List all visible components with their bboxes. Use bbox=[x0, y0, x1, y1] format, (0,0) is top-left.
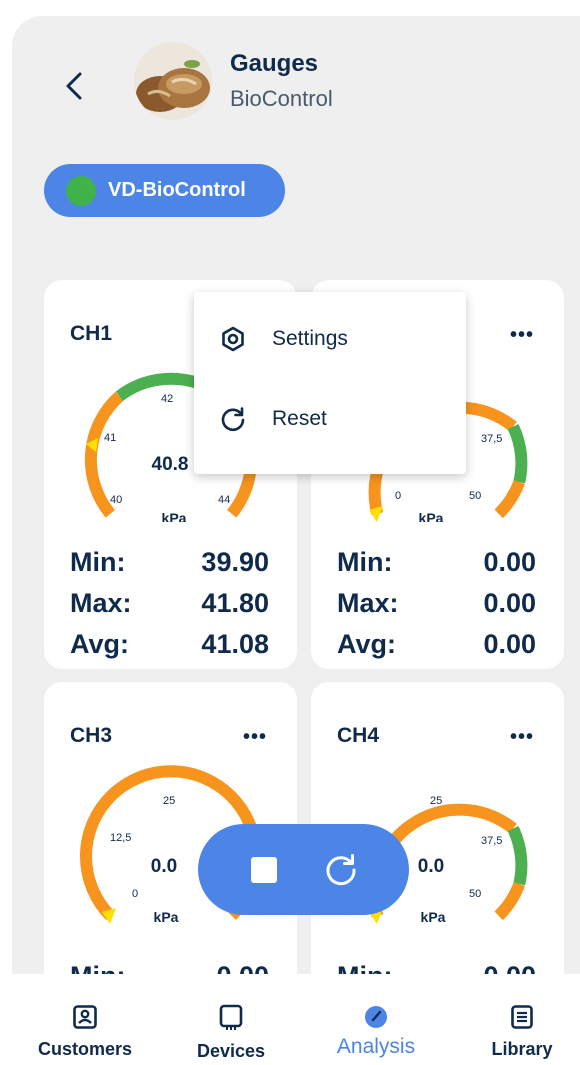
stat-max: Max: 0.00 bbox=[337, 583, 536, 624]
stop-icon bbox=[251, 857, 277, 883]
page-title: Gauges bbox=[230, 50, 319, 77]
stat-label: Min: bbox=[70, 547, 126, 577]
stat-value: 0.00 bbox=[216, 956, 269, 974]
nav-label: Customers bbox=[37, 1039, 133, 1059]
bread-image bbox=[134, 42, 212, 120]
gauge-unit: kPa bbox=[419, 510, 444, 522]
stat-label: Min: bbox=[337, 956, 392, 974]
device-chip-label: VD-BioControl bbox=[108, 179, 246, 201]
channel-label: CH1 bbox=[70, 322, 113, 345]
nav-label: Devices bbox=[196, 1041, 266, 1061]
channel-label: CH3 bbox=[70, 724, 113, 747]
scale-label: 40 bbox=[110, 494, 122, 506]
document-icon bbox=[511, 1005, 533, 1029]
channel-label: CH4 bbox=[337, 724, 380, 747]
stat-value: 39.90 bbox=[201, 547, 269, 577]
gauge-unit: kPa bbox=[154, 909, 179, 924]
stat-avg: Avg: 41.08 bbox=[70, 624, 269, 665]
stats-block: Min: 0.00 bbox=[337, 956, 536, 974]
more-options-icon[interactable]: ••• bbox=[510, 726, 534, 749]
stats-block: Min: 0.00 bbox=[70, 956, 269, 974]
refresh-button[interactable] bbox=[324, 852, 358, 886]
stat-label: Min: bbox=[70, 956, 125, 974]
stat-min: Min: 0.00 bbox=[70, 956, 269, 974]
status-dot-icon bbox=[66, 175, 96, 206]
scale-label: 25 bbox=[163, 795, 175, 807]
bottom-nav: Customers Devices Analysis Library bbox=[0, 974, 580, 1065]
scale-label: 25 bbox=[430, 795, 442, 807]
scale-label: 42 bbox=[161, 393, 173, 405]
scale-label: 44 bbox=[218, 494, 230, 506]
contact-card-icon bbox=[73, 1005, 97, 1029]
stat-avg: Avg: 0.00 bbox=[337, 624, 536, 665]
gauge-value: 0.0 bbox=[151, 856, 177, 877]
stat-value: 0.00 bbox=[483, 629, 536, 659]
refresh-icon bbox=[326, 854, 356, 886]
stat-label: Avg: bbox=[337, 629, 396, 659]
device-icon bbox=[219, 1004, 243, 1030]
nav-item-analysis[interactable]: Analysis bbox=[306, 1004, 446, 1059]
stop-button[interactable] bbox=[250, 856, 278, 884]
gear-icon bbox=[222, 326, 244, 352]
menu-item-reset[interactable]: Reset bbox=[220, 406, 327, 432]
nav-label: Analysis bbox=[336, 1035, 416, 1058]
stat-max: Max: 41.80 bbox=[70, 583, 269, 624]
device-chip[interactable]: VD-BioControl bbox=[44, 164, 285, 217]
scale-label: 0 bbox=[132, 888, 138, 900]
back-arrow-icon[interactable] bbox=[56, 68, 92, 104]
stat-label: Min: bbox=[337, 547, 393, 577]
menu-item-label: Reset bbox=[272, 407, 327, 430]
context-menu: Settings Reset bbox=[194, 292, 466, 474]
nav-item-devices[interactable]: Devices bbox=[161, 1004, 301, 1062]
page-subtitle: BioControl bbox=[230, 86, 333, 111]
more-options-icon[interactable]: ••• bbox=[510, 324, 534, 347]
playback-control bbox=[198, 824, 409, 915]
gauge-value: 0.0 bbox=[418, 856, 444, 877]
more-options-icon[interactable]: ••• bbox=[243, 726, 267, 749]
stat-value: 0.00 bbox=[483, 956, 536, 974]
stat-label: Avg: bbox=[70, 629, 129, 659]
gauge-value: 40.8 bbox=[152, 454, 189, 475]
stats-block: Min: 0.00 Max: 0.00 Avg: 0.00 bbox=[337, 542, 536, 665]
stat-min: Min: 0.00 bbox=[337, 956, 536, 974]
scale-label: 37,5 bbox=[481, 433, 502, 445]
stat-value: 0.00 bbox=[483, 588, 536, 618]
nav-item-customers[interactable]: Customers bbox=[15, 1004, 155, 1060]
scale-label: 0 bbox=[395, 490, 401, 502]
gauge-unit: kPa bbox=[162, 510, 187, 522]
scale-label: 37,5 bbox=[481, 835, 502, 847]
stat-min: Min: 39.90 bbox=[70, 542, 269, 583]
scale-label: 12,5 bbox=[110, 832, 131, 844]
stat-value: 41.08 bbox=[201, 629, 269, 659]
stat-label: Max: bbox=[70, 588, 132, 618]
avatar bbox=[134, 42, 212, 120]
menu-item-settings[interactable]: Settings bbox=[220, 326, 348, 352]
scale-label: 50 bbox=[469, 490, 481, 502]
stat-min: Min: 0.00 bbox=[337, 542, 536, 583]
refresh-icon bbox=[221, 407, 245, 432]
stats-block: Min: 39.90 Max: 41.80 Avg: 41.08 bbox=[70, 542, 269, 665]
gauge-unit: kPa bbox=[421, 909, 446, 924]
scale-label: 41 bbox=[104, 432, 116, 444]
scale-label: 50 bbox=[469, 888, 481, 900]
stat-value: 0.00 bbox=[483, 547, 536, 577]
menu-item-label: Settings bbox=[272, 327, 348, 350]
gauge-icon bbox=[365, 1006, 387, 1028]
nav-item-library[interactable]: Library bbox=[452, 1004, 580, 1060]
nav-label: Library bbox=[491, 1039, 553, 1059]
stat-label: Max: bbox=[337, 588, 399, 618]
stat-value: 41.80 bbox=[201, 588, 269, 618]
